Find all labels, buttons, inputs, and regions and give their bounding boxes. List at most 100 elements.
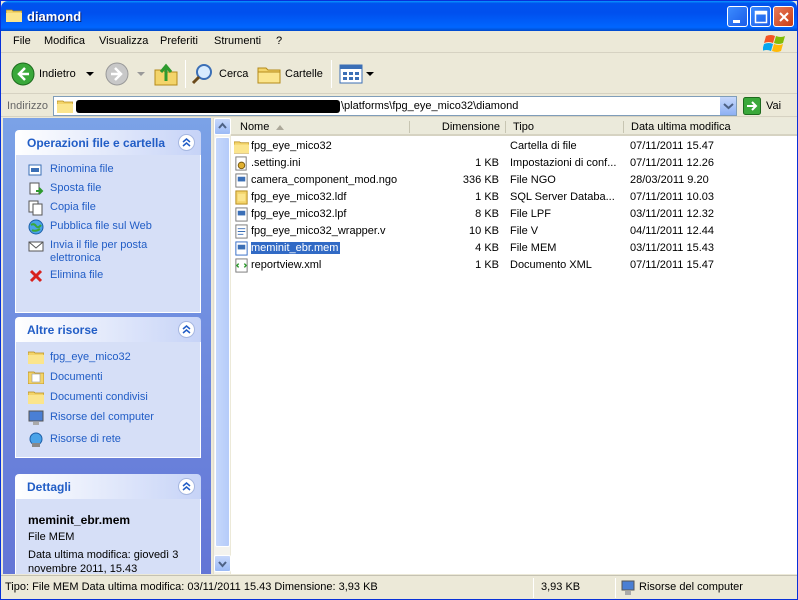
details-file-type: File MEM [28, 531, 75, 543]
task-pane-scrollbar[interactable] [213, 118, 231, 574]
menu-file[interactable]: File [13, 35, 31, 47]
place-documents[interactable]: Documenti [28, 371, 190, 384]
file-row[interactable]: fpg_eye_mico32_wrapper.v 10 KB File V 04… [231, 223, 797, 240]
file-name: fpg_eye_mico32.ldf [251, 191, 347, 203]
task-copy[interactable]: Copia file [28, 200, 190, 216]
details-panel: Dettagli meminit_ebr.mem File MEM Data u… [15, 474, 201, 574]
file-name: fpg_eye_mico32.lpf [251, 208, 347, 220]
file-row[interactable]: reportview.xml 1 KB Documento XML 07/11/… [231, 257, 797, 274]
task-email-label: Invia il file per posta elettronica [50, 239, 148, 264]
back-arrow-icon [11, 62, 35, 86]
task-move[interactable]: Sposta file [28, 182, 190, 197]
column-type[interactable]: Tipo [505, 118, 623, 136]
ini-file-icon [235, 156, 247, 171]
column-date[interactable]: Data ultima modifica [623, 118, 797, 136]
search-button[interactable]: Cerca [191, 60, 248, 88]
status-zone: Risorse del computer [639, 581, 743, 593]
file-row[interactable]: fpg_eye_mico32.lpf 8 KB File LPF 03/11/2… [231, 206, 797, 223]
place-shared-documents[interactable]: Documenti condivisi [28, 391, 190, 404]
folder-icon [57, 100, 73, 113]
file-type: File MEM [510, 242, 557, 254]
place-parent-folder[interactable]: fpg_eye_mico32 [28, 351, 190, 364]
column-name-label: Nome [240, 121, 270, 133]
other-places-title: Altre risorse [27, 323, 98, 337]
menu-view[interactable]: Visualizza [99, 35, 148, 47]
forward-button[interactable] [105, 60, 147, 88]
sql-file-icon [235, 190, 248, 205]
menu-help[interactable]: ? [276, 35, 282, 47]
address-dropdown-button[interactable] [719, 97, 736, 115]
file-row[interactable]: .setting.ini 1 KB Impostazioni di conf..… [231, 155, 797, 172]
file-date: 07/11/2011 10.03 [630, 191, 715, 203]
status-divider [615, 578, 616, 598]
up-folder-button[interactable] [153, 60, 179, 88]
file-date: 07/11/2011 15.47 [630, 259, 715, 271]
chevron-up-icon [218, 122, 227, 129]
collapse-button[interactable] [178, 134, 195, 151]
back-button[interactable]: Indietro [11, 60, 96, 88]
minimize-button[interactable] [727, 6, 748, 27]
place-my-computer-label: Risorse del computer [50, 411, 154, 423]
collapse-button[interactable] [178, 478, 195, 495]
address-input[interactable]: \platforms\fpg_eye_mico32\diamond [53, 96, 737, 116]
close-button[interactable] [773, 6, 794, 27]
file-tasks-panel: Operazioni file e cartella Rinomina file… [15, 130, 201, 313]
column-name[interactable]: Nome [231, 118, 409, 136]
toolbar-separator [331, 60, 332, 88]
publish-web-icon [28, 219, 44, 235]
chevron-down-icon [723, 103, 734, 110]
move-icon [29, 182, 44, 195]
task-rename[interactable]: Rinomina file [28, 163, 190, 178]
scroll-down-button[interactable] [214, 555, 231, 572]
search-icon [191, 64, 212, 85]
file-row[interactable]: fpg_eye_mico32 Cartella di file 07/11/20… [231, 138, 797, 155]
collapse-button[interactable] [178, 321, 195, 338]
redacted-path [76, 100, 340, 113]
search-label: Cerca [219, 68, 249, 80]
address-bar: Indirizzo \platforms\fpg_eye_mico32\diam… [1, 95, 797, 117]
file-date: 07/11/2011 15.47 [630, 140, 715, 152]
place-network[interactable]: Risorse di rete [28, 432, 190, 448]
generic-file-icon [235, 173, 248, 188]
task-publish-web[interactable]: Pubblica file sul Web [28, 219, 190, 235]
file-row-selected[interactable]: meminit_ebr.mem 4 KB File MEM 03/11/2011… [231, 240, 797, 257]
chevron-up-icon [182, 138, 191, 147]
task-email[interactable]: Invia il file per posta elettronica [28, 239, 190, 265]
go-button[interactable]: Vai [743, 97, 781, 115]
place-network-label: Risorse di rete [50, 433, 121, 445]
menu-tools[interactable]: Strumenti [214, 35, 261, 47]
details-header[interactable]: Dettagli [15, 474, 201, 499]
column-size-label: Dimensione [441, 121, 500, 133]
chevron-up-icon [182, 482, 191, 491]
folder-icon [234, 141, 249, 154]
file-size: 8 KB [475, 208, 499, 220]
place-my-computer[interactable]: Risorse del computer [28, 410, 190, 426]
other-places-header[interactable]: Altre risorse [15, 317, 201, 342]
file-type: File LPF [510, 208, 551, 220]
file-type: Impostazioni di conf... [510, 157, 617, 169]
title-bar[interactable]: diamond [1, 1, 797, 31]
go-arrow-icon [743, 97, 761, 115]
scroll-up-button[interactable] [214, 118, 231, 135]
menu-edit[interactable]: Modifica [44, 35, 85, 47]
task-delete-label: Elimina file [50, 269, 104, 281]
column-divider [623, 121, 624, 133]
status-info: Tipo: File MEM Data ultima modifica: 03/… [5, 581, 378, 593]
views-button[interactable] [339, 60, 375, 88]
file-row[interactable]: camera_component_mod.ngo 336 KB File NGO… [231, 172, 797, 189]
file-row[interactable]: fpg_eye_mico32.ldf 1 KB SQL Server Datab… [231, 189, 797, 206]
minimize-icon [733, 20, 740, 23]
column-size[interactable]: Dimensione [409, 118, 505, 136]
documents-folder-icon [28, 371, 44, 384]
maximize-button[interactable] [750, 6, 771, 27]
task-rename-label: Rinomina file [50, 163, 114, 175]
folders-button[interactable]: Cartelle [257, 60, 323, 88]
computer-icon [28, 410, 44, 425]
file-tasks-header[interactable]: Operazioni file e cartella [15, 130, 201, 155]
task-delete[interactable]: Elimina file [28, 269, 190, 284]
menu-favorites[interactable]: Preferiti [160, 35, 198, 47]
task-pane: Operazioni file e cartella Rinomina file… [3, 118, 211, 574]
status-divider [533, 578, 534, 598]
shared-folder-icon [28, 391, 44, 404]
scroll-thumb[interactable] [215, 137, 230, 547]
